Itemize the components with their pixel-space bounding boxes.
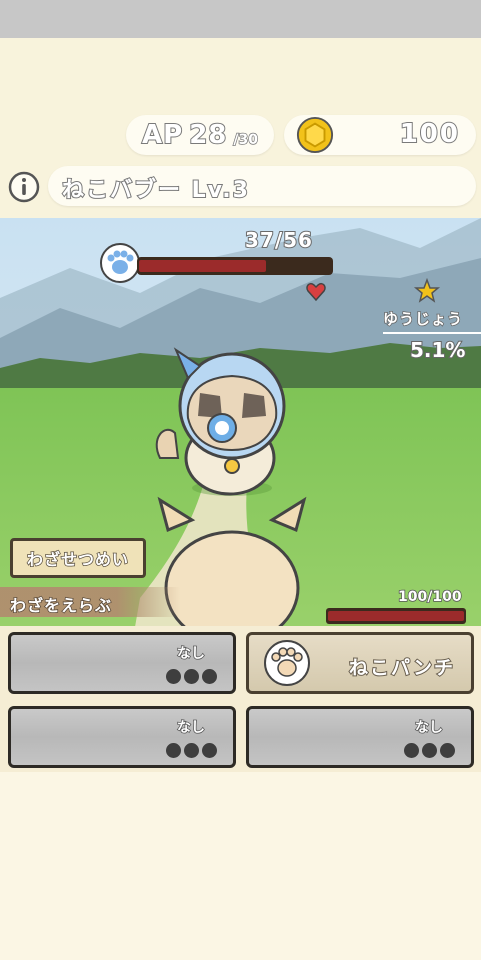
skill-slot-dots [166, 743, 217, 758]
choose-skill-banner: わざをえらぶ [0, 587, 180, 617]
ap-max: /30 [233, 131, 259, 149]
skill-slot-name: ねこパンチ [348, 656, 455, 680]
coin-value: 100 [399, 118, 460, 150]
skill-slot-name: なし [176, 645, 206, 663]
choose-skill-label: わざをえらぶ [9, 595, 113, 616]
info-icon[interactable] [8, 171, 40, 203]
player-hp-fill [328, 611, 464, 621]
enemy-hp-bar [137, 257, 333, 275]
skill-slot-4[interactable]: なし [246, 706, 474, 768]
skill-description-label: わざせつめい [26, 549, 129, 570]
skill-panel: なし ねこパンチ なし なし [0, 626, 481, 772]
paw-icon [100, 243, 140, 283]
skill-description-button[interactable]: わざせつめい [10, 538, 146, 578]
skill-slot-1[interactable]: なし [8, 632, 236, 694]
coin-icon [296, 116, 334, 154]
skill-slot-3[interactable]: なし [8, 706, 236, 768]
coin-counter: 100 [284, 115, 476, 155]
player-hp-bar [326, 608, 466, 624]
friendship-label: ゆうじょう [382, 309, 464, 329]
ap-counter: AP 28 /30 [126, 115, 274, 155]
friendship-divider [383, 332, 481, 334]
skill-slot-2[interactable]: ねこパンチ [246, 632, 474, 694]
enemy-name-banner: ねこバブー Lv.3 [48, 166, 476, 206]
skill-slot-dots [166, 669, 217, 684]
bottom-area [0, 772, 481, 960]
enemy-hp-text: 37/56 [244, 227, 313, 253]
ap-label: AP [141, 119, 184, 151]
status-bar [0, 0, 481, 38]
enemy-hp-fill [139, 260, 266, 272]
friendship-value: 5.1% [409, 337, 466, 363]
skill-slot-name: なし [414, 719, 444, 737]
enemy-name: ねこバブー Lv.3 [61, 177, 250, 204]
paw-icon [264, 640, 310, 686]
skill-slot-name: なし [176, 719, 206, 737]
skill-slot-dots [404, 743, 455, 758]
ap-current: 28 [188, 119, 228, 151]
player-hp-text: 100/100 [397, 588, 462, 606]
